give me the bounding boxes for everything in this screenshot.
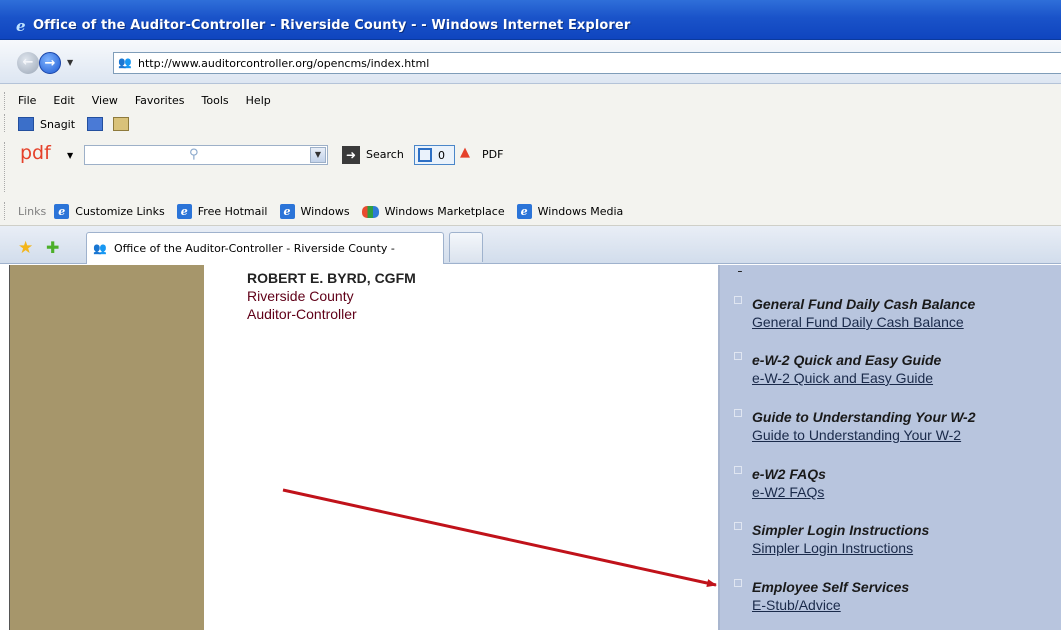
- link-free-hotmail[interactable]: e Free Hotmail: [176, 204, 268, 219]
- snagit-capture-icon[interactable]: [87, 117, 104, 131]
- window-icon: [418, 148, 432, 162]
- link-label: Customize Links: [75, 205, 165, 218]
- menu-tools[interactable]: Tools: [202, 94, 229, 107]
- tab-current[interactable]: 👥 Office of the Auditor-Controller - Riv…: [86, 232, 444, 264]
- officer-name: ROBERT E. BYRD, CGFM: [247, 270, 416, 286]
- search-go-button[interactable]: ➜: [342, 146, 360, 164]
- forward-button[interactable]: →: [39, 52, 61, 74]
- snagit-toolbar: Snagit: [18, 115, 130, 133]
- window-counter-button[interactable]: 0: [414, 145, 455, 165]
- link-windows-media[interactable]: e Windows Media: [516, 204, 624, 219]
- link-label: Free Hotmail: [197, 205, 268, 218]
- new-tab-button[interactable]: [449, 232, 483, 262]
- bullet-icon: [734, 296, 742, 304]
- window-title-bar: e Office of the Auditor-Controller - Riv…: [0, 0, 1061, 40]
- menu-view[interactable]: View: [92, 94, 118, 107]
- window-count: 0: [438, 149, 445, 162]
- cut-off-link[interactable]: [738, 262, 742, 272]
- main-content: ROBERT E. BYRD, CGFM Riverside County Au…: [204, 265, 718, 630]
- link-label: Windows Marketplace: [384, 205, 505, 218]
- ie-icon: e: [516, 204, 532, 219]
- resource-link[interactable]: Guide to Understanding Your W-2: [752, 427, 961, 443]
- toolbar-area: File Edit View Favorites Tools Help Snag…: [0, 84, 1061, 226]
- ie-icon: e: [54, 204, 70, 219]
- resource-heading: e-W2 FAQs: [752, 466, 826, 482]
- links-bar: Links e Customize Links e Free Hotmail e…: [18, 204, 635, 219]
- toolbar-grip[interactable]: [4, 202, 6, 220]
- resource-heading: Simpler Login Instructions: [752, 522, 930, 538]
- search-button-label[interactable]: Search: [366, 148, 404, 161]
- ie-icon: e: [176, 204, 192, 219]
- resource-link[interactable]: e-W-2 Quick and Easy Guide: [752, 370, 933, 386]
- snagit-button[interactable]: Snagit: [40, 118, 75, 131]
- link-customize-links[interactable]: e Customize Links: [54, 204, 165, 219]
- menu-help[interactable]: Help: [246, 94, 271, 107]
- link-label: Windows: [300, 205, 350, 218]
- pdf-search-input[interactable]: ⚲ ▼: [84, 145, 328, 165]
- tab-row: ★ ✚ 👥 Office of the Auditor-Controller -…: [0, 226, 1061, 264]
- url-input[interactable]: 👥 http://www.auditorcontroller.org/openc…: [113, 52, 1061, 74]
- pdf-button[interactable]: PDF: [482, 148, 503, 161]
- bullet-icon: [734, 522, 742, 530]
- toolbar-grip[interactable]: [4, 142, 6, 192]
- add-favorite-icon[interactable]: ✚: [46, 238, 59, 257]
- menu-favorites[interactable]: Favorites: [135, 94, 185, 107]
- ie-icon: e: [279, 204, 295, 219]
- officer-county: Riverside County: [247, 288, 354, 304]
- officer-title: Auditor-Controller: [247, 306, 357, 322]
- menu-file[interactable]: File: [18, 94, 36, 107]
- snagit-icon[interactable]: [18, 117, 34, 131]
- left-sidebar: [9, 265, 204, 630]
- tab-label: Office of the Auditor-Controller - River…: [114, 242, 395, 255]
- resource-link[interactable]: General Fund Daily Cash Balance: [752, 314, 964, 330]
- window-title: Office of the Auditor-Controller - River…: [33, 18, 631, 33]
- resource-heading: General Fund Daily Cash Balance: [752, 296, 976, 312]
- resource-heading: e-W-2 Quick and Easy Guide: [752, 352, 942, 368]
- right-sidebar: General Fund Daily Cash Balance General …: [718, 265, 1061, 630]
- pdf-search-toolbar: pdf ▼ ⚲ ▼ ➜ Search 0 ▲ PDF: [18, 142, 558, 166]
- resource-heading: Employee Self Services: [752, 579, 910, 595]
- back-button[interactable]: ←: [17, 52, 39, 74]
- search-dropdown-button[interactable]: ▼: [310, 147, 326, 163]
- pdf-logo[interactable]: pdf: [20, 142, 51, 164]
- ie-logo-icon: e: [16, 17, 26, 35]
- menu-edit[interactable]: Edit: [53, 94, 74, 107]
- bullet-icon: [734, 579, 742, 587]
- site-favicon-icon: 👥: [118, 56, 132, 69]
- links-title: Links: [18, 205, 47, 218]
- magnifier-icon: ⚲: [189, 147, 199, 162]
- bullet-icon: [734, 352, 742, 360]
- resource-heading: Guide to Understanding Your W-2: [752, 409, 976, 425]
- menu-bar: File Edit View Favorites Tools Help: [18, 94, 288, 107]
- pdf-icon[interactable]: ▲: [460, 145, 478, 163]
- pdf-dropdown-icon[interactable]: ▼: [67, 151, 73, 160]
- url-text: http://www.auditorcontroller.org/opencms…: [138, 57, 430, 70]
- bullet-icon: [734, 466, 742, 474]
- link-windows[interactable]: e Windows: [279, 204, 350, 219]
- toolbar-grip[interactable]: [4, 92, 6, 110]
- address-bar: ← → ▼ 👥 http://www.auditorcontroller.org…: [0, 40, 1061, 84]
- bullet-icon: [734, 409, 742, 417]
- link-label: Windows Media: [537, 205, 624, 218]
- site-favicon-icon: 👥: [93, 242, 107, 255]
- resource-link[interactable]: Simpler Login Instructions: [752, 540, 913, 556]
- resource-link[interactable]: E-Stub/Advice: [752, 597, 841, 613]
- favorites-center-star-icon[interactable]: ★: [18, 238, 33, 258]
- snagit-editor-icon[interactable]: [113, 117, 130, 131]
- toolbar-grip[interactable]: [4, 114, 6, 132]
- link-windows-marketplace[interactable]: Windows Marketplace: [361, 205, 505, 218]
- resource-link[interactable]: e-W2 FAQs: [752, 484, 824, 500]
- recent-pages-dropdown[interactable]: ▼: [67, 58, 73, 67]
- windows-marketplace-icon: [361, 205, 379, 218]
- page-content: ROBERT E. BYRD, CGFM Riverside County Au…: [0, 265, 1061, 630]
